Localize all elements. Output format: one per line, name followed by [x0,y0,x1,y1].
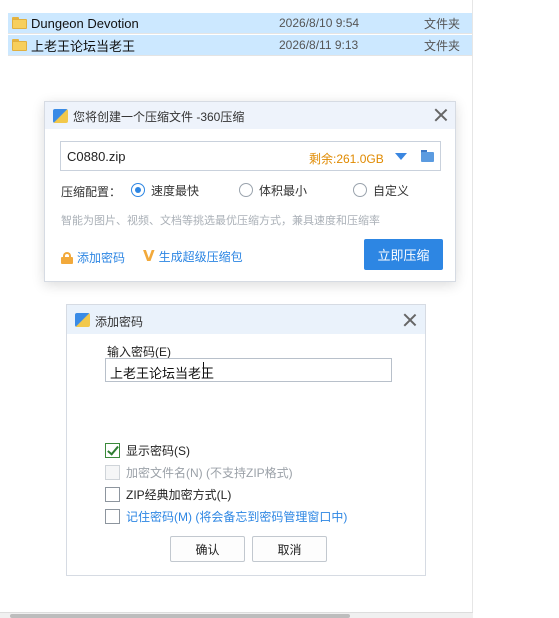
close-icon[interactable] [403,313,417,327]
compress-dialog: 您将创建一个压缩文件 -360压缩 C0880.zip 剩余:261.0GB 压… [44,101,456,282]
scrollbar-thumb[interactable] [10,614,350,618]
dialog-titlebar: 添加密码 [67,305,425,334]
file-type: 文件夹 [424,38,461,53]
super-pack-label[interactable]: 生成超级压缩包 [159,248,243,265]
compress-now-button[interactable]: 立即压缩 [364,239,443,270]
folder-browse-icon[interactable] [421,150,434,162]
checkbox-disabled-icon [105,464,120,480]
file-row[interactable]: Dungeon Devotion 2026/8/10 9:54 文件夹 [8,13,472,34]
password-input[interactable]: 上老王论坛当老王 [105,358,392,382]
lock-icon [61,252,73,264]
add-password-label[interactable]: 添加密码 [77,249,125,266]
file-date: 2026/8/11 9:13 [279,38,359,52]
super-pack-link[interactable]: V 生成超级压缩包 [143,247,243,265]
radio-label[interactable]: 自定义 [373,182,409,199]
file-row[interactable]: 上老王论坛当老王 2026/8/11 9:13 文件夹 [8,35,472,56]
horizontal-scrollbar[interactable] [0,612,473,618]
password-dialog: 添加密码 输入密码(E) 上老王论坛当老王 显示密码(S) 加密文件名(N) (… [66,304,426,576]
close-icon[interactable] [434,108,448,122]
radio-label[interactable]: 体积最小 [259,182,307,199]
checkbox-label[interactable]: ZIP经典加密方式(L) [126,486,231,503]
free-space-label: 剩余:261.0GB [309,152,384,166]
dialog-titlebar: 您将创建一个压缩文件 -360压缩 [45,102,455,129]
folder-icon [12,17,27,29]
radio-custom[interactable]: 自定义 [353,182,409,198]
file-name: 上老王论坛当老王 [31,38,136,54]
zip-classic-encryption-checkbox[interactable]: ZIP经典加密方式(L) [105,486,231,502]
confirm-button[interactable]: 确认 [170,536,245,562]
encrypt-filenames-checkbox: 加密文件名(N) (不支持ZIP格式) [105,464,293,480]
compress-hint: 智能为图片、视频、文档等挑选最优压缩方式，兼具速度和压缩率 [61,215,380,227]
checkbox-label[interactable]: 记住密码(M) (将会备忘到密码管理窗口中) [126,508,347,525]
checkbox-checked-icon[interactable] [105,442,120,458]
app-360zip-icon [75,313,90,327]
vip-v-icon: V [143,247,155,265]
radio-label[interactable]: 速度最快 [151,182,199,199]
show-password-checkbox[interactable]: 显示密码(S) [105,442,190,458]
dialog-title: 添加密码 [95,315,144,329]
file-type: 文件夹 [424,16,461,31]
radio-smallest[interactable]: 体积最小 [239,182,307,198]
chevron-down-icon[interactable] [395,153,407,160]
text-caret [203,362,204,378]
checkbox-label: 加密文件名(N) (不支持ZIP格式) [126,465,293,480]
file-name: Dungeon Devotion [31,15,139,31]
radio-selected-icon[interactable] [131,183,145,197]
cancel-button[interactable]: 取消 [252,536,327,562]
radio-fastest[interactable]: 速度最快 [131,182,199,198]
remember-password-checkbox[interactable]: 记住密码(M) (将会备忘到密码管理窗口中) [105,508,347,524]
file-date: 2026/8/10 9:54 [279,16,360,30]
checkbox-unchecked-icon[interactable] [105,486,120,502]
window-divider [472,0,473,618]
archive-path-field[interactable]: C0880.zip 剩余:261.0GB [60,141,441,171]
compress-config-label: 压缩配置： [61,185,122,199]
checkbox-label[interactable]: 显示密码(S) [126,442,190,459]
radio-unselected-icon[interactable] [353,183,367,197]
password-value[interactable]: 上老王论坛当老王 [110,363,214,382]
checkbox-unchecked-icon[interactable] [105,508,120,524]
dialog-title: 您将创建一个压缩文件 -360压缩 [73,110,245,124]
archive-filename[interactable]: C0880.zip [67,149,126,164]
radio-unselected-icon[interactable] [239,183,253,197]
add-password-link[interactable]: 添加密码 [61,249,125,266]
folder-icon [12,39,27,51]
app-360zip-icon [53,109,68,123]
